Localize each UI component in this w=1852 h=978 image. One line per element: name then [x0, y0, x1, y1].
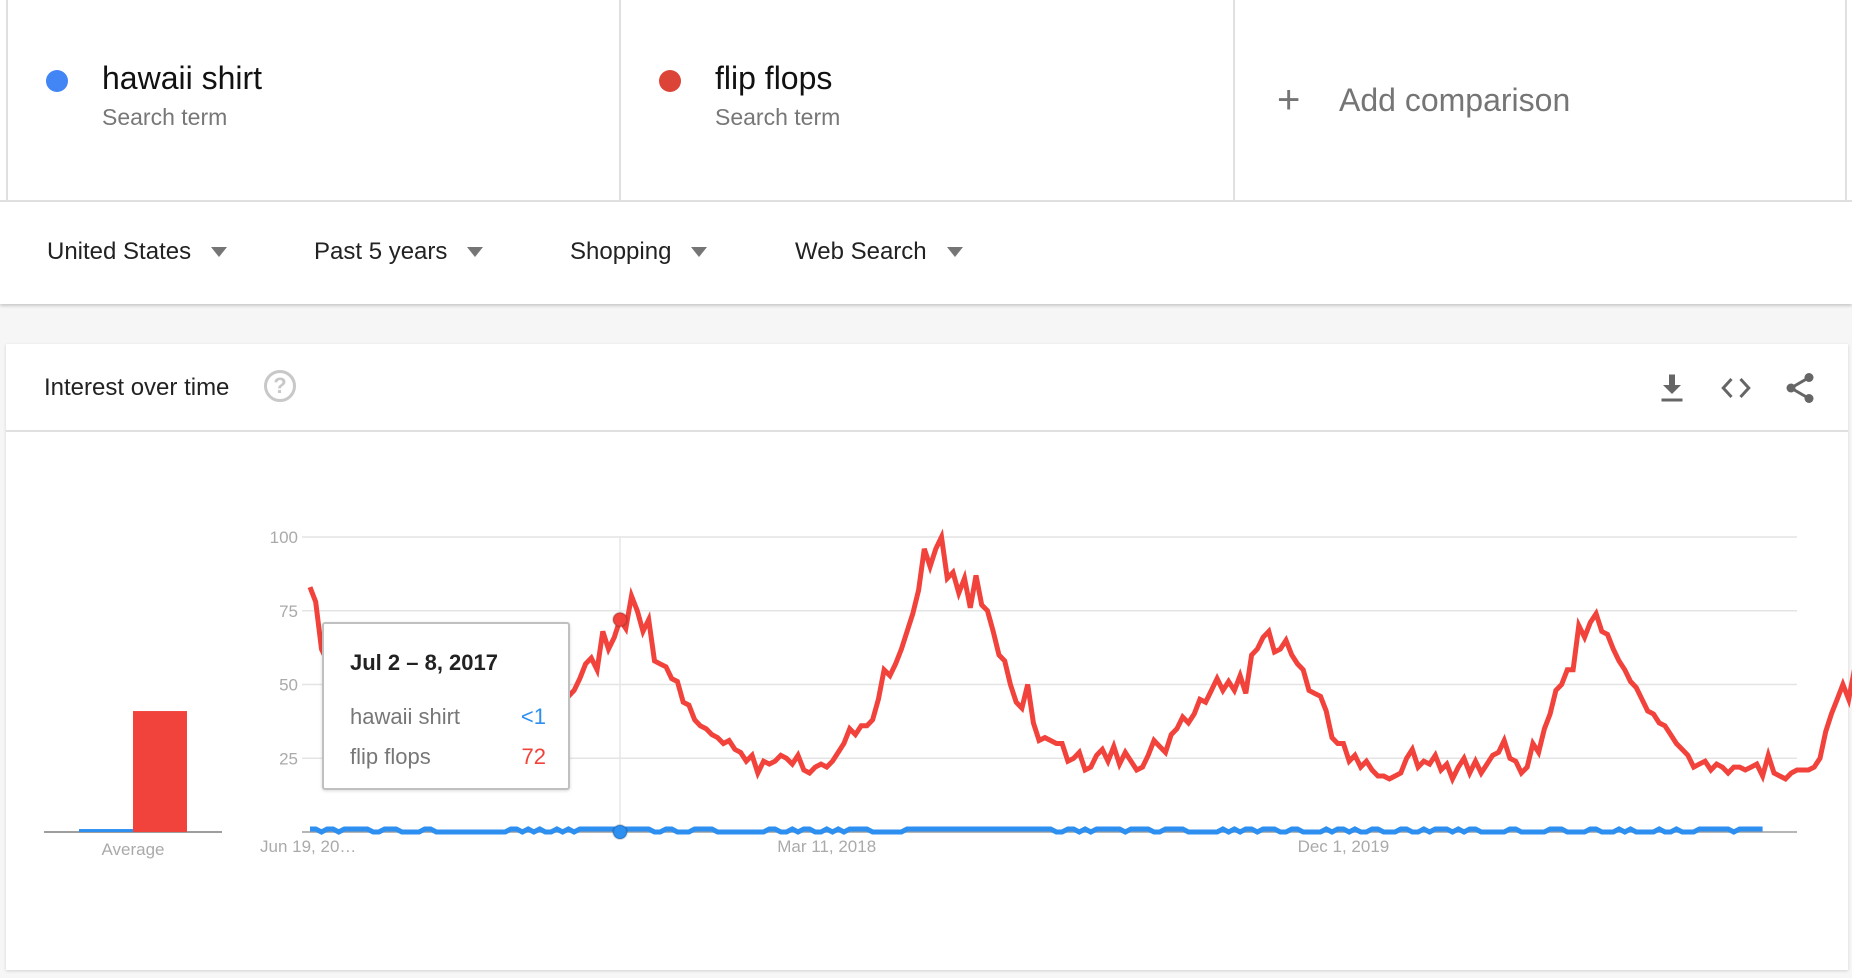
x-tick-label: Dec 1, 2019: [1298, 837, 1390, 856]
hover-point-flip-flops: [612, 611, 629, 628]
average-bar-hawaii-shirt: [79, 829, 133, 832]
x-tick-label: Mar 11, 2018: [777, 837, 876, 856]
tooltip-series-value: <1: [520, 704, 546, 729]
y-tick-label: 75: [279, 602, 298, 621]
tooltip-series-label: flip flops: [350, 744, 431, 769]
tooltip-date: Jul 2 – 8, 2017: [350, 650, 498, 675]
chart-tooltip: Jul 2 – 8, 2017 hawaii shirt <1 flip flo…: [322, 622, 570, 790]
tooltip-series-value: 72: [521, 744, 546, 769]
tooltip-row-hawaii-shirt: hawaii shirt <1: [350, 704, 546, 730]
tooltip-series-label: hawaii shirt: [350, 704, 461, 729]
hover-point-hawaii-shirt: [612, 824, 629, 840]
y-tick-label: 25: [279, 749, 298, 768]
average-bar-flip-flops: [133, 711, 187, 832]
average-label: Average: [101, 840, 164, 859]
y-tick-label: 100: [270, 528, 298, 547]
x-tick-label: Jun 19, 20…: [260, 837, 356, 856]
y-tick-label: 50: [279, 676, 298, 695]
interest-over-time-chart[interactable]: 25 50 75 100 Average Jun 19, 20… Mar 11, 201…: [0, 0, 1852, 978]
tooltip-row-flip-flops: flip flops 72: [350, 744, 546, 770]
